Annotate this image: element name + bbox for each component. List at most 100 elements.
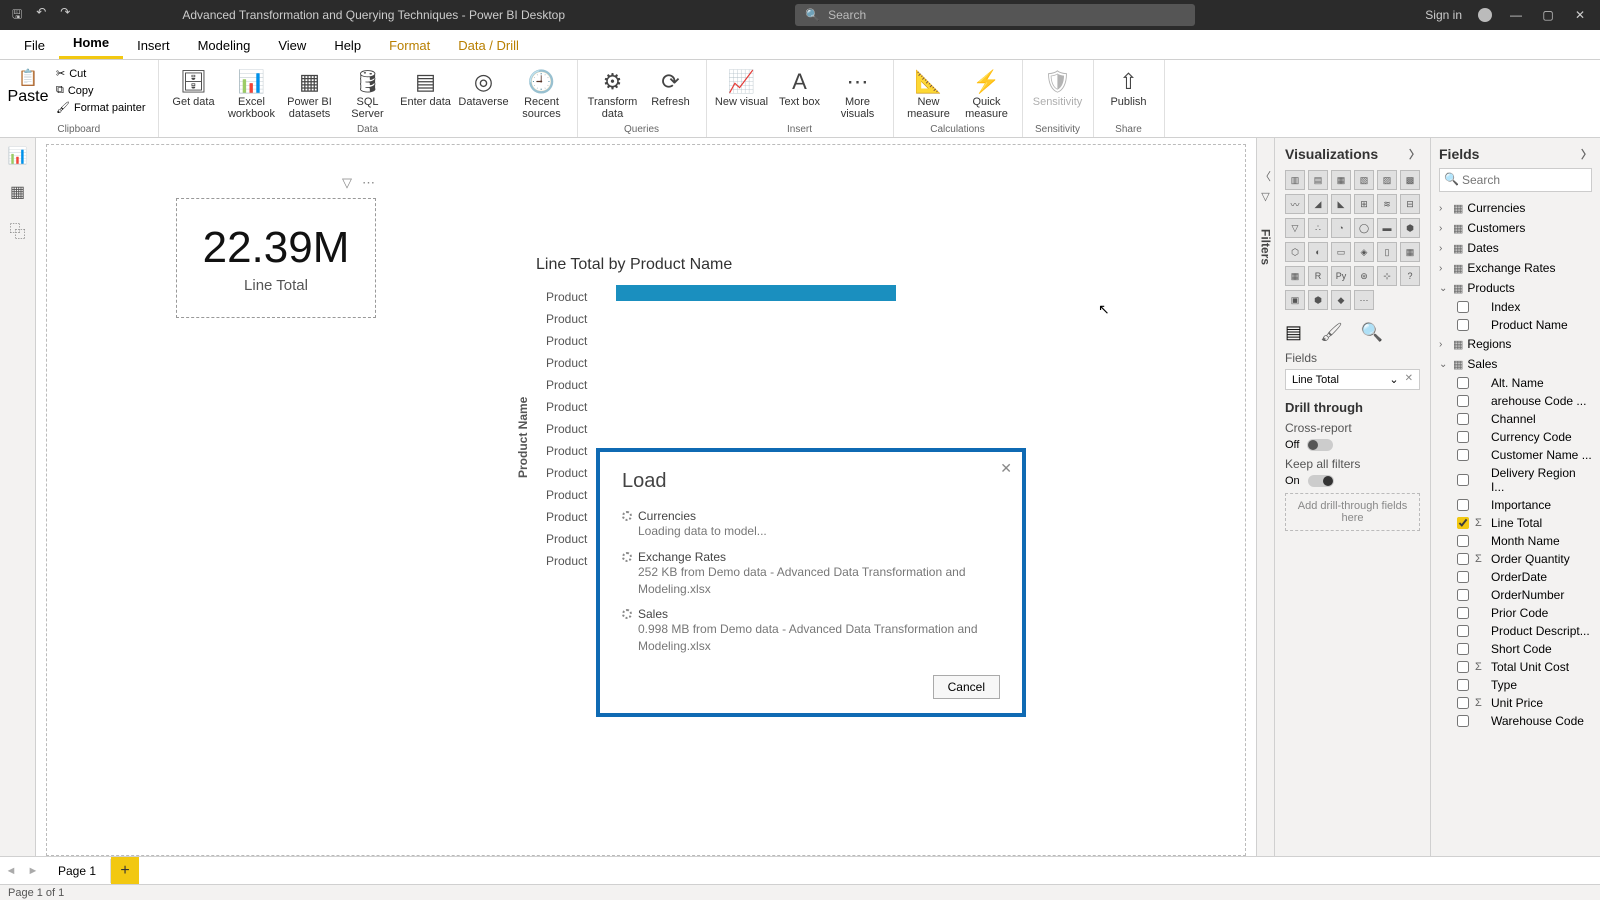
card-visual[interactable]: ▽ ⋯ 22.39M Line Total — [176, 198, 376, 318]
viz-gauge-icon[interactable]: ◐ — [1308, 242, 1328, 262]
table-exchange-rates[interactable]: ›▦Exchange Rates — [1439, 258, 1592, 278]
data-view-icon[interactable]: ▦ — [10, 182, 25, 202]
viz-paginated-icon[interactable]: ▣ — [1285, 290, 1305, 310]
tab-help[interactable]: Help — [320, 32, 375, 59]
viz-stacked-bar-icon[interactable]: ▥ — [1285, 170, 1305, 190]
cancel-button[interactable]: Cancel — [933, 675, 1000, 699]
viz-py-icon[interactable]: Py — [1331, 266, 1351, 286]
cut-button[interactable]: ✂Cut — [52, 66, 150, 81]
fields-tab-icon[interactable]: ▤ — [1285, 322, 1302, 343]
viz-map-icon[interactable]: ⬢ — [1400, 218, 1420, 238]
new-measure-button[interactable]: 📐New measure — [902, 64, 956, 120]
field-orderdate[interactable]: OrderDate — [1439, 568, 1592, 586]
more-options-icon[interactable]: ⋯ — [362, 175, 375, 191]
field-alt-name[interactable]: Alt. Name — [1439, 374, 1592, 392]
field-type[interactable]: Type — [1439, 676, 1592, 694]
table-customers[interactable]: ›▦Customers — [1439, 218, 1592, 238]
drill-through-well[interactable]: Add drill-through fields here — [1285, 493, 1420, 531]
next-page-icon[interactable]: ► — [22, 865, 44, 877]
dataverse-button[interactable]: ◎Dataverse — [457, 64, 511, 108]
viz-treemap-icon[interactable]: ▬ — [1377, 218, 1397, 238]
dropdown-icon[interactable]: ⌄ — [1389, 373, 1398, 386]
tab-data-drill[interactable]: Data / Drill — [444, 32, 533, 59]
viz-line-icon[interactable]: 〰 — [1285, 194, 1305, 214]
tab-home[interactable]: Home — [59, 29, 123, 59]
excel-button[interactable]: 📊Excel workbook — [225, 64, 279, 120]
viz-decomposition-icon[interactable]: ⊹ — [1377, 266, 1397, 286]
viz-100-column-icon[interactable]: ▩ — [1400, 170, 1420, 190]
viz-power-apps-icon[interactable]: ◆ — [1331, 290, 1351, 310]
table-currencies[interactable]: ›▦Currencies — [1439, 198, 1592, 218]
field-ordernumber[interactable]: OrderNumber — [1439, 586, 1592, 604]
field-well-values[interactable]: Line Total ⌄✕ — [1285, 369, 1420, 390]
field-line-total[interactable]: ΣLine Total — [1439, 514, 1592, 532]
filter-icon[interactable]: ▽ — [342, 175, 352, 191]
viz-scatter-icon[interactable]: ∴ — [1308, 218, 1328, 238]
viz-stacked-column-icon[interactable]: ▤ — [1308, 170, 1328, 190]
viz-stacked-area-icon[interactable]: ◣ — [1331, 194, 1351, 214]
field-total-unit-cost[interactable]: ΣTotal Unit Cost — [1439, 658, 1592, 676]
field-channel[interactable]: Channel — [1439, 410, 1592, 428]
tab-format[interactable]: Format — [375, 32, 444, 59]
viz-card-icon[interactable]: ▭ — [1331, 242, 1351, 262]
new-visual-button[interactable]: 📈New visual — [715, 64, 769, 108]
field-index[interactable]: Index — [1439, 298, 1592, 316]
add-page-button[interactable]: + — [111, 857, 139, 885]
viz-clustered-bar-icon[interactable]: ▦ — [1331, 170, 1351, 190]
report-canvas[interactable]: ▽ ⋯ 22.39M Line Total Line Total by Prod… — [36, 138, 1256, 866]
maximize-icon[interactable]: ▢ — [1540, 8, 1556, 22]
quick-measure-button[interactable]: ⚡Quick measure — [960, 64, 1014, 120]
copy-button[interactable]: ⧉Copy — [52, 83, 150, 98]
viz-r-icon[interactable]: R — [1308, 266, 1328, 286]
table-regions[interactable]: ›▦Regions — [1439, 334, 1592, 354]
publish-button[interactable]: ⇧Publish — [1102, 64, 1156, 108]
table-sales[interactable]: ⌄▦Sales — [1439, 354, 1592, 374]
text-box-button[interactable]: AText box — [773, 64, 827, 108]
viz-100-bar-icon[interactable]: ▨ — [1377, 170, 1397, 190]
cross-report-toggle[interactable] — [1307, 439, 1333, 451]
analytics-tab-icon[interactable]: 🔍 — [1361, 322, 1383, 343]
recent-sources-button[interactable]: 🕘Recent sources — [515, 64, 569, 120]
field-month-name[interactable]: Month Name — [1439, 532, 1592, 550]
remove-field-icon[interactable]: ✕ — [1405, 373, 1413, 386]
viz-key-influencers-icon[interactable]: ⊛ — [1354, 266, 1374, 286]
format-painter-button[interactable]: 🖌Format painter — [52, 100, 150, 115]
field-product-descript-[interactable]: Product Descript... — [1439, 622, 1592, 640]
fields-search-input[interactable] — [1439, 168, 1592, 192]
dialog-close-icon[interactable]: ✕ — [1000, 460, 1012, 477]
viz-arcgis-icon[interactable]: ⬢ — [1308, 290, 1328, 310]
model-view-icon[interactable]: ⿻ — [9, 218, 25, 242]
avatar-icon[interactable] — [1478, 8, 1492, 22]
viz-filled-map-icon[interactable]: ⬡ — [1285, 242, 1305, 262]
viz-clustered-column-icon[interactable]: ▧ — [1354, 170, 1374, 190]
viz-donut-icon[interactable]: ◯ — [1354, 218, 1374, 238]
viz-waterfall-icon[interactable]: ⊟ — [1400, 194, 1420, 214]
refresh-button[interactable]: ⟳Refresh — [644, 64, 698, 108]
viz-slicer-icon[interactable]: ▯ — [1377, 242, 1397, 262]
viz-matrix-icon[interactable]: ▦ — [1285, 266, 1305, 286]
viz-line-column-icon[interactable]: ⊞ — [1354, 194, 1374, 214]
transform-data-button[interactable]: ⚙Transform data — [586, 64, 640, 120]
format-tab-icon[interactable]: 🖌 — [1320, 322, 1343, 343]
pbi-datasets-button[interactable]: ▦Power BI datasets — [283, 64, 337, 120]
sql-server-button[interactable]: 🛢SQL Server — [341, 64, 395, 120]
field-prior-code[interactable]: Prior Code — [1439, 604, 1592, 622]
tab-file[interactable]: File — [10, 32, 59, 59]
field-short-code[interactable]: Short Code — [1439, 640, 1592, 658]
field-order-quantity[interactable]: ΣOrder Quantity — [1439, 550, 1592, 568]
field-warehouse-code[interactable]: Warehouse Code — [1439, 712, 1592, 730]
page-tab-1[interactable]: Page 1 — [44, 859, 111, 883]
field-delivery-region-i-[interactable]: Delivery Region I... — [1439, 464, 1592, 496]
tab-insert[interactable]: Insert — [123, 32, 184, 59]
table-dates[interactable]: ›▦Dates — [1439, 238, 1592, 258]
viz-ribbon-icon[interactable]: ≋ — [1377, 194, 1397, 214]
more-visuals-button[interactable]: ⋯More visuals — [831, 64, 885, 120]
tab-modeling[interactable]: Modeling — [184, 32, 265, 59]
tab-view[interactable]: View — [264, 32, 320, 59]
prev-page-icon[interactable]: ◄ — [0, 865, 22, 877]
collapse-fields-icon[interactable]: 〉 — [1581, 146, 1592, 162]
minimize-icon[interactable]: — — [1508, 8, 1524, 22]
redo-icon[interactable]: ↷ — [60, 5, 70, 26]
viz-kpi-icon[interactable]: ◈ — [1354, 242, 1374, 262]
field-unit-price[interactable]: ΣUnit Price — [1439, 694, 1592, 712]
